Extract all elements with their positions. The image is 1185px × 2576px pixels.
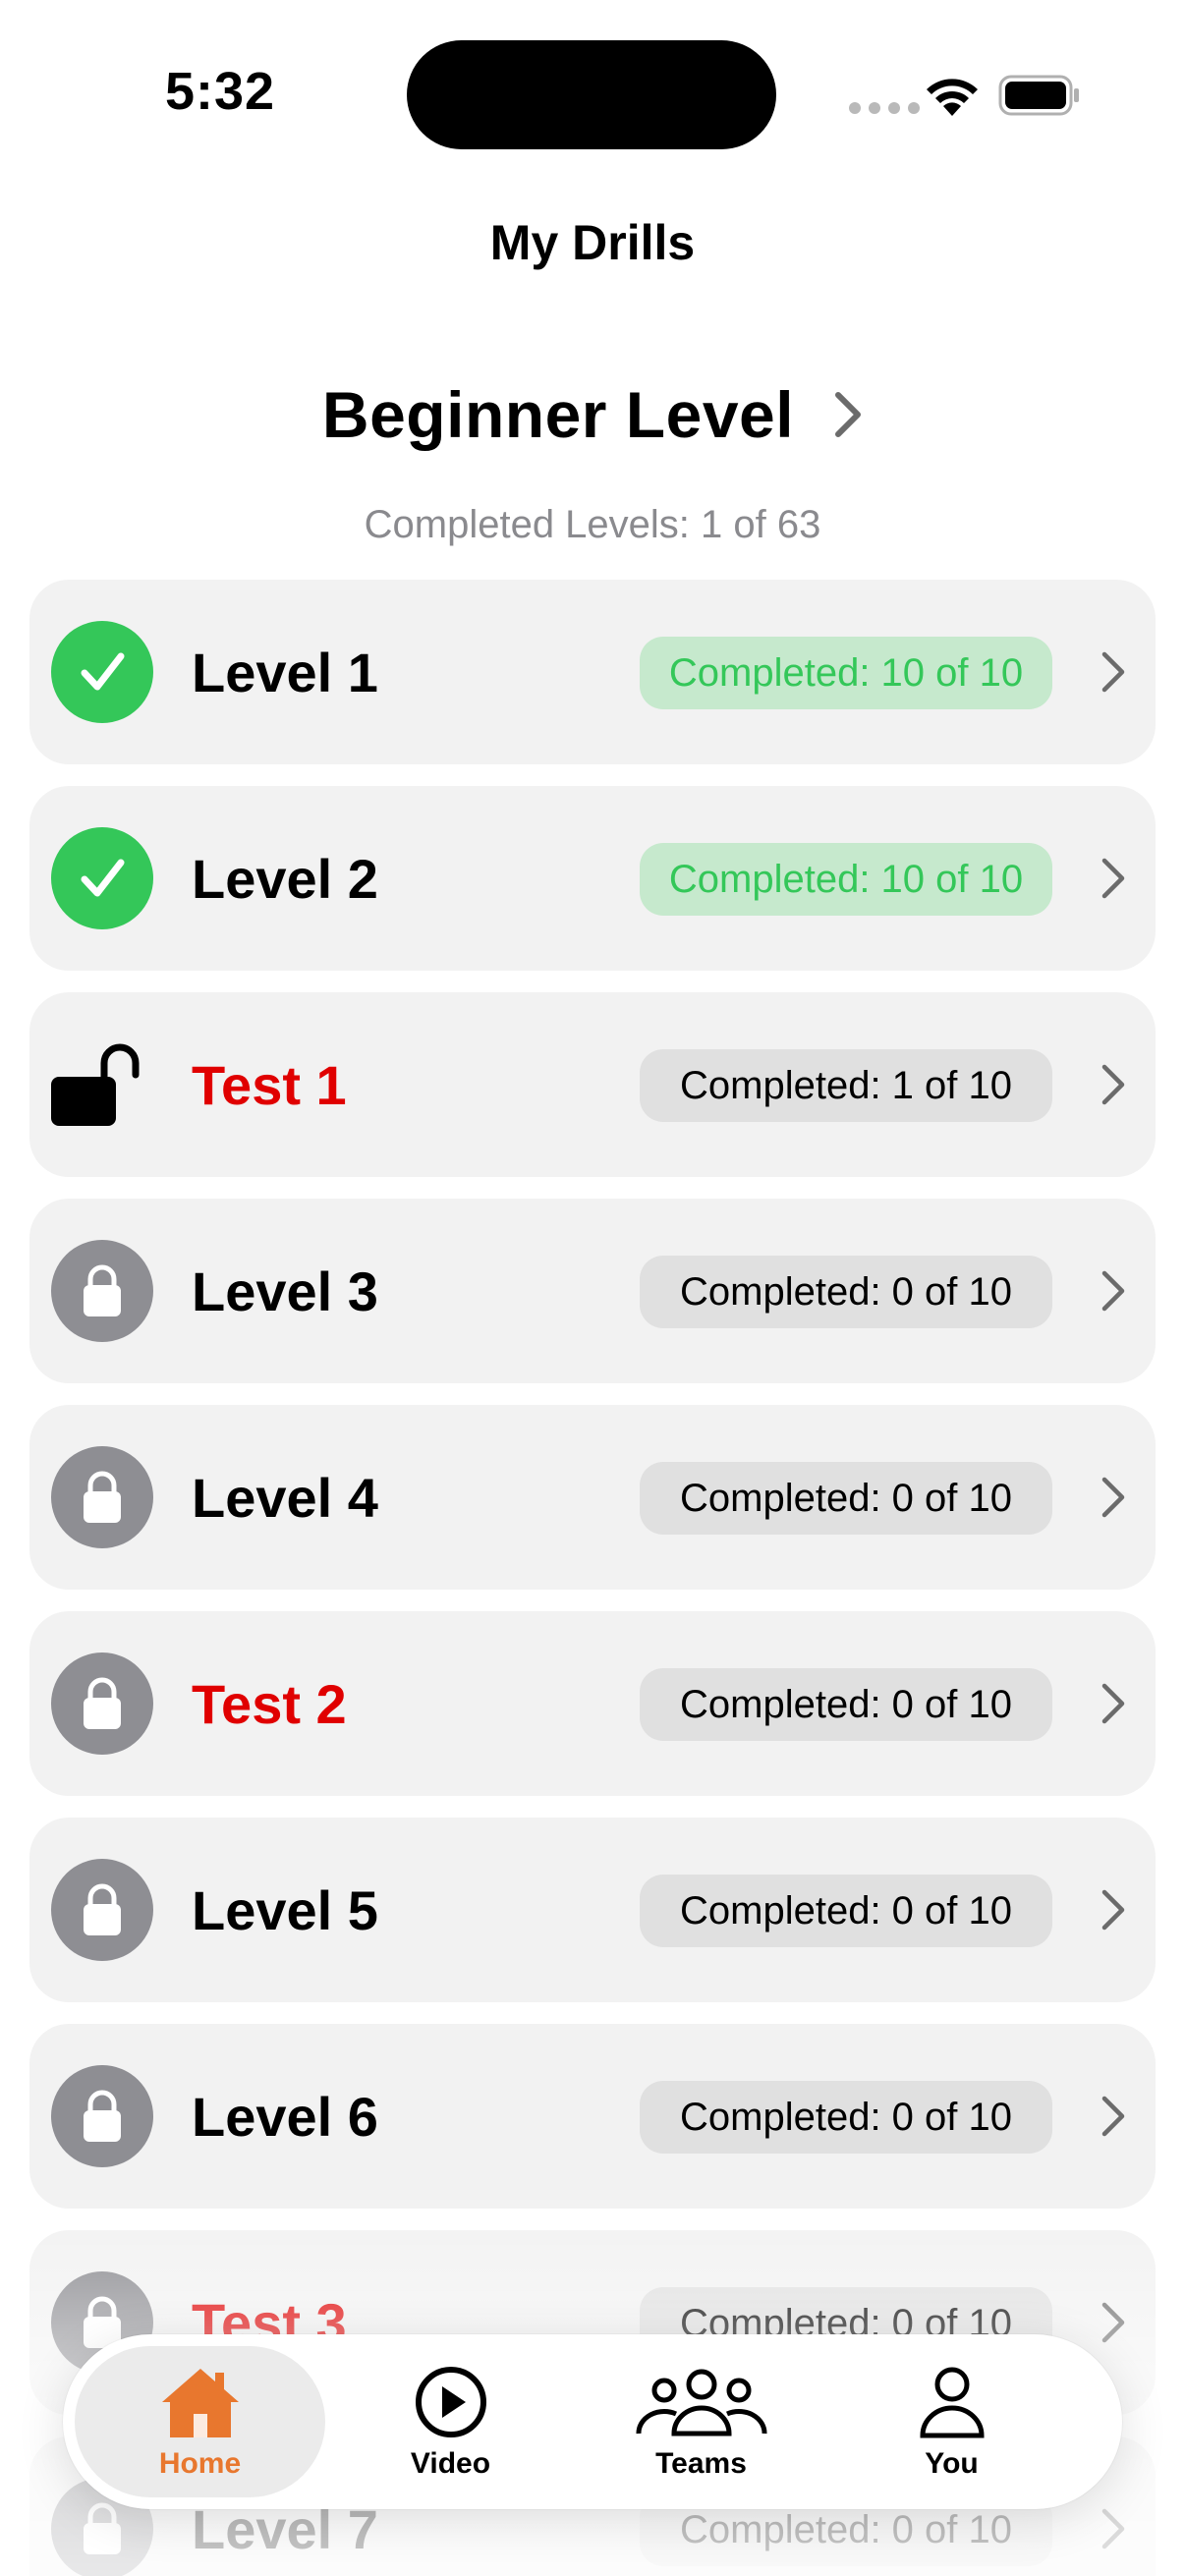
- row-title: Level 6: [192, 2086, 378, 2148]
- level-title: Beginner Level: [321, 378, 795, 451]
- cellular-signal-icon: [849, 102, 920, 114]
- chevron-right-icon: [1101, 858, 1125, 899]
- list-item[interactable]: Level 5 Completed: 0 of 10: [29, 1818, 1156, 2002]
- tab-home[interactable]: Home: [75, 2346, 325, 2497]
- list-item[interactable]: Test 2 Completed: 0 of 10: [29, 1611, 1156, 1796]
- tab-label: Home: [158, 2447, 242, 2480]
- lock-icon: [51, 1446, 153, 1548]
- list-item[interactable]: Level 2 Completed: 10 of 10: [29, 786, 1156, 971]
- list-item[interactable]: Level 4 Completed: 0 of 10: [29, 1405, 1156, 1590]
- status-time: 5:32: [165, 62, 276, 121]
- tab-bar: Home Video Teams You: [63, 2334, 1122, 2509]
- progress-badge: Completed: 1 of 10: [640, 1049, 1052, 1122]
- lock-icon: [51, 2065, 153, 2167]
- chevron-right-icon: [1101, 1064, 1125, 1105]
- drill-list: Level 1 Completed: 10 of 10 Level 2 Complet…: [29, 580, 1156, 2576]
- house-icon: [161, 2369, 239, 2437]
- progress-badge: Completed: 0 of 10: [640, 1256, 1052, 1328]
- tab-label: Teams: [655, 2447, 747, 2480]
- row-title: Level 5: [192, 1879, 378, 1941]
- list-item[interactable]: Level 1 Completed: 10 of 10: [29, 580, 1156, 764]
- wifi-icon: [927, 79, 978, 116]
- checkmark-icon: [51, 621, 153, 723]
- battery-icon: [998, 75, 1079, 116]
- list-item[interactable]: Test 1 Completed: 1 of 10: [29, 992, 1156, 1177]
- lock-icon: [51, 1240, 153, 1342]
- chevron-right-icon: [1101, 2302, 1125, 2343]
- lock-icon: [51, 1652, 153, 1755]
- lock-icon: [51, 1859, 153, 1961]
- chevron-right-icon: [1101, 2508, 1125, 2549]
- chevron-right-icon: [1101, 1270, 1125, 1312]
- progress-badge: Completed: 0 of 10: [640, 1462, 1052, 1535]
- row-title: Level 4: [192, 1467, 378, 1529]
- progress-badge: Completed: 0 of 10: [640, 1875, 1052, 1947]
- row-title: Level 2: [192, 848, 378, 910]
- list-item[interactable]: Level 3 Completed: 0 of 10: [29, 1199, 1156, 1383]
- list-item[interactable]: Level 6 Completed: 0 of 10: [29, 2024, 1156, 2209]
- progress-badge: Completed: 10 of 10: [640, 637, 1052, 709]
- progress-badge: Completed: 0 of 10: [640, 2081, 1052, 2154]
- people-icon: [635, 2369, 767, 2436]
- chevron-right-icon: [835, 392, 862, 437]
- tab-label: You: [925, 2447, 979, 2480]
- checkmark-icon: [51, 827, 153, 929]
- tab-you[interactable]: You: [826, 2346, 1077, 2497]
- tab-label: Video: [410, 2447, 491, 2480]
- level-selector[interactable]: Beginner Level: [0, 377, 1185, 452]
- progress-badge: Completed: 10 of 10: [640, 843, 1052, 916]
- page-title: My Drills: [489, 215, 696, 270]
- chevron-right-icon: [1101, 2096, 1125, 2137]
- tab-video[interactable]: Video: [325, 2346, 576, 2497]
- dynamic-island: [407, 40, 776, 149]
- status-bar: 5:32: [0, 0, 1185, 157]
- play-circle-icon: [415, 2367, 486, 2437]
- chevron-right-icon: [1101, 651, 1125, 693]
- person-icon: [919, 2367, 985, 2438]
- tab-teams[interactable]: Teams: [576, 2346, 826, 2497]
- chevron-right-icon: [1101, 1889, 1125, 1931]
- row-title: Test 2: [192, 1673, 347, 1735]
- row-title: Test 1: [192, 1054, 347, 1116]
- unlocked-icon: [51, 1034, 153, 1136]
- row-title: Level 1: [192, 642, 378, 703]
- completed-levels-summary: Completed Levels: 1 of 63: [364, 503, 821, 546]
- chevron-right-icon: [1101, 1683, 1125, 1724]
- chevron-right-icon: [1101, 1477, 1125, 1518]
- progress-badge: Completed: 0 of 10: [640, 1668, 1052, 1741]
- row-title: Level 3: [192, 1260, 378, 1322]
